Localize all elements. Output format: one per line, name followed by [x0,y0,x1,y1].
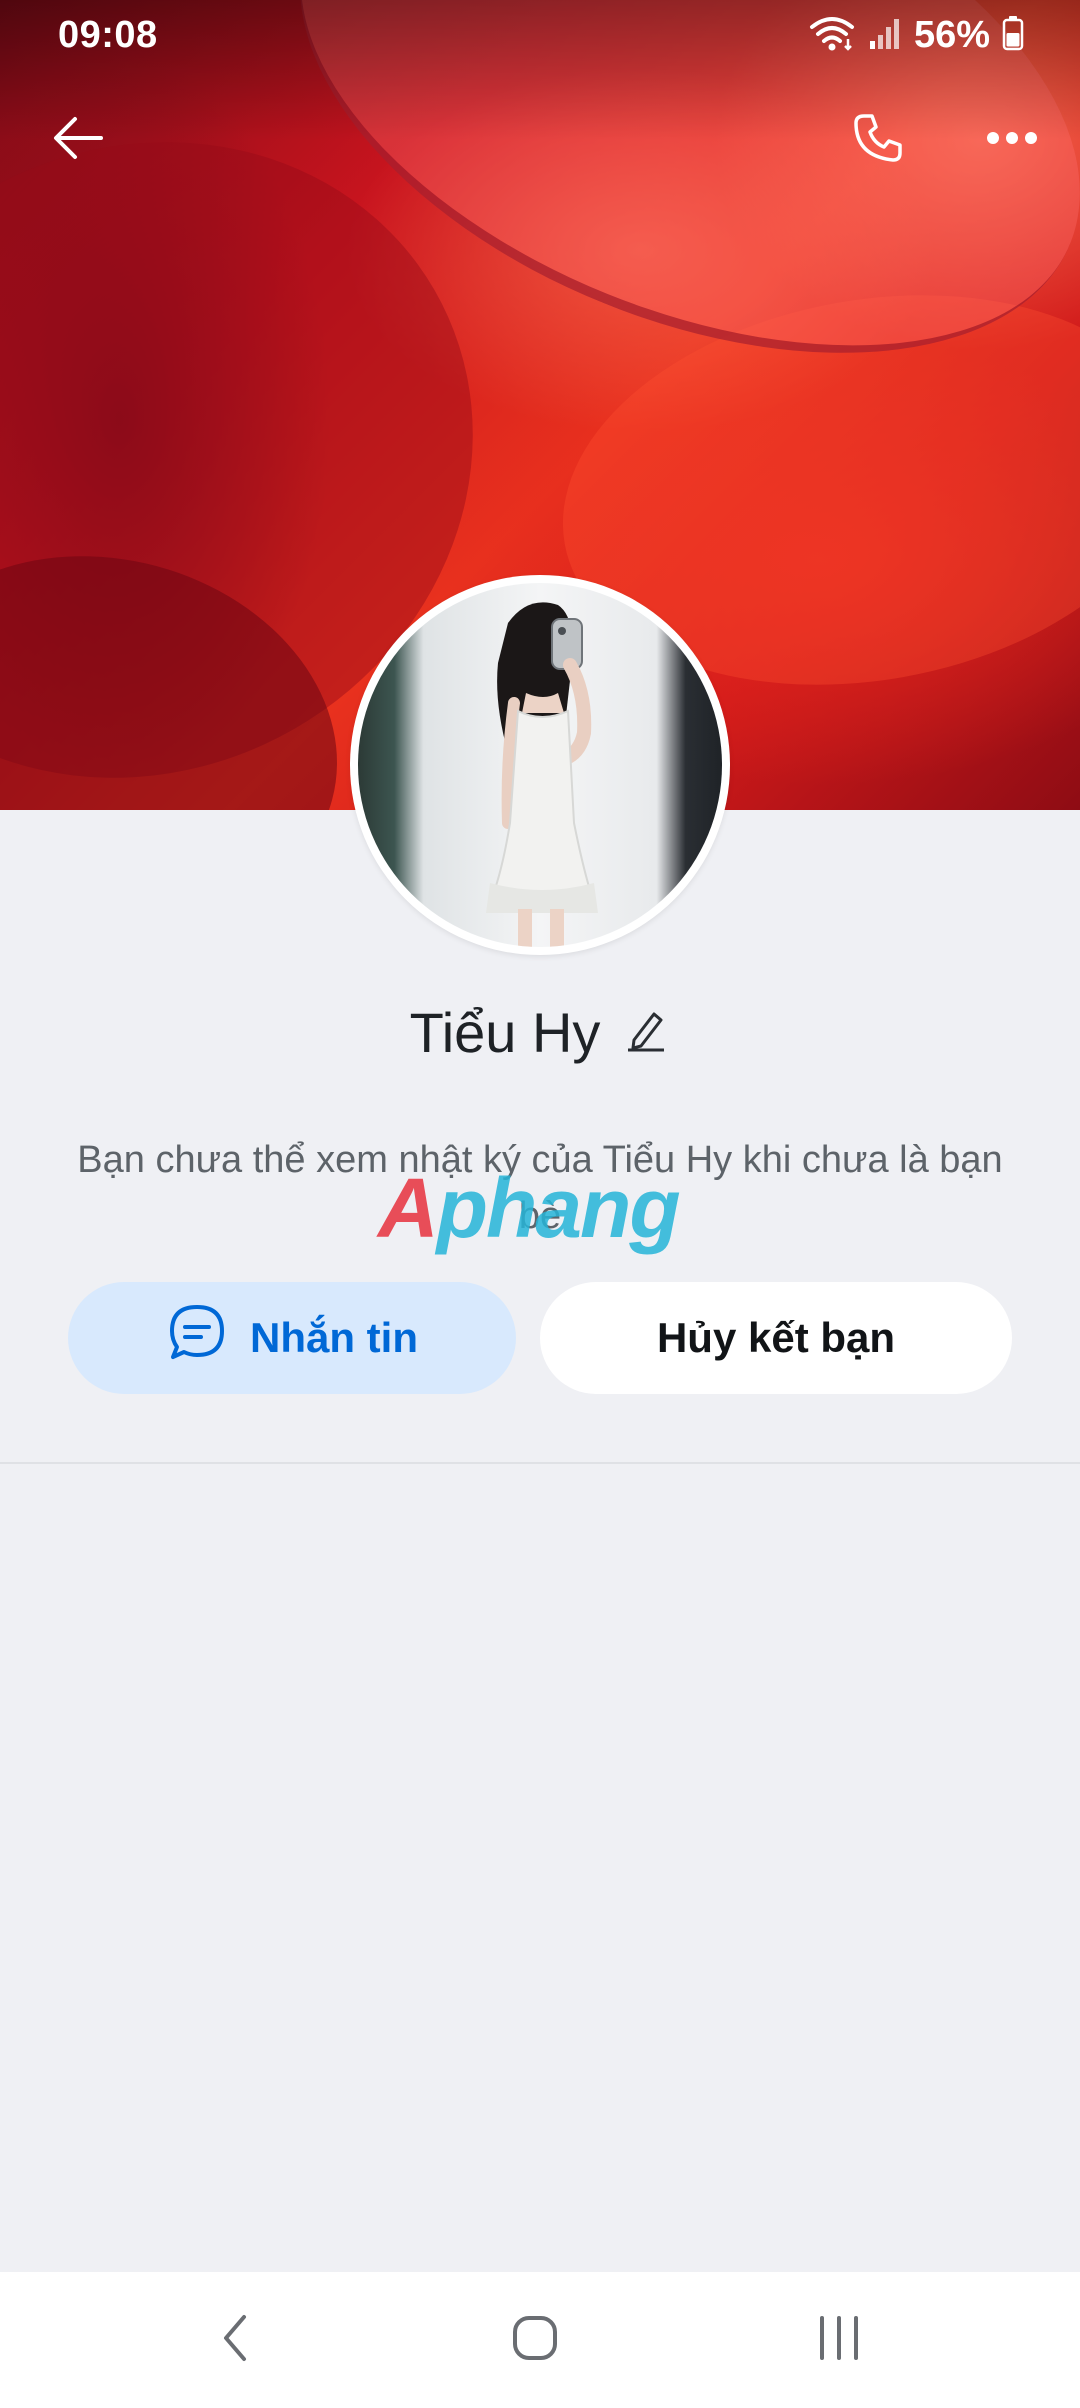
message-button[interactable]: Nhắn tin [68,1282,516,1394]
system-home-button[interactable] [490,2300,580,2380]
status-bar: 09:08 56% [0,0,1080,70]
battery-icon [1002,15,1024,56]
watermark-logo: Aphang [378,1161,681,1255]
battery-percentage: 56% [913,13,990,56]
call-button[interactable] [838,100,918,180]
system-navigation-bar [0,2272,1080,2408]
chat-bubble-icon [166,1302,228,1374]
wifi-icon [808,13,856,58]
avatar[interactable] [350,575,730,955]
section-divider [0,1462,1080,1464]
status-time: 09:08 [58,13,158,56]
arrow-left-icon [51,115,105,166]
back-button[interactable] [38,100,118,180]
avatar-photo [486,602,598,947]
top-navigation [0,100,1080,180]
unfriend-button-label: Hủy kết bạn [656,1314,896,1361]
profile-screen: 09:08 56% Tiểu Hy Bạn chưa thể xem nhật … [0,0,1080,2408]
more-button[interactable] [972,100,1052,180]
profile-name-row: Tiểu Hy [0,1000,1080,1065]
home-square-icon [511,2314,559,2367]
system-recents-button[interactable] [794,2300,884,2380]
chevron-left-icon [220,2313,250,2368]
edit-name-button[interactable] [622,1009,670,1057]
system-back-button[interactable] [190,2300,280,2380]
more-horizontal-icon [986,131,1038,150]
pencil-icon [626,1008,666,1057]
recents-icon [816,2315,862,2365]
profile-name: Tiểu Hy [409,1001,601,1064]
phone-icon [850,110,906,171]
message-button-label: Nhắn tin [250,1314,418,1361]
unfriend-button[interactable]: Hủy kết bạn [540,1282,1012,1394]
signal-icon [868,15,902,56]
